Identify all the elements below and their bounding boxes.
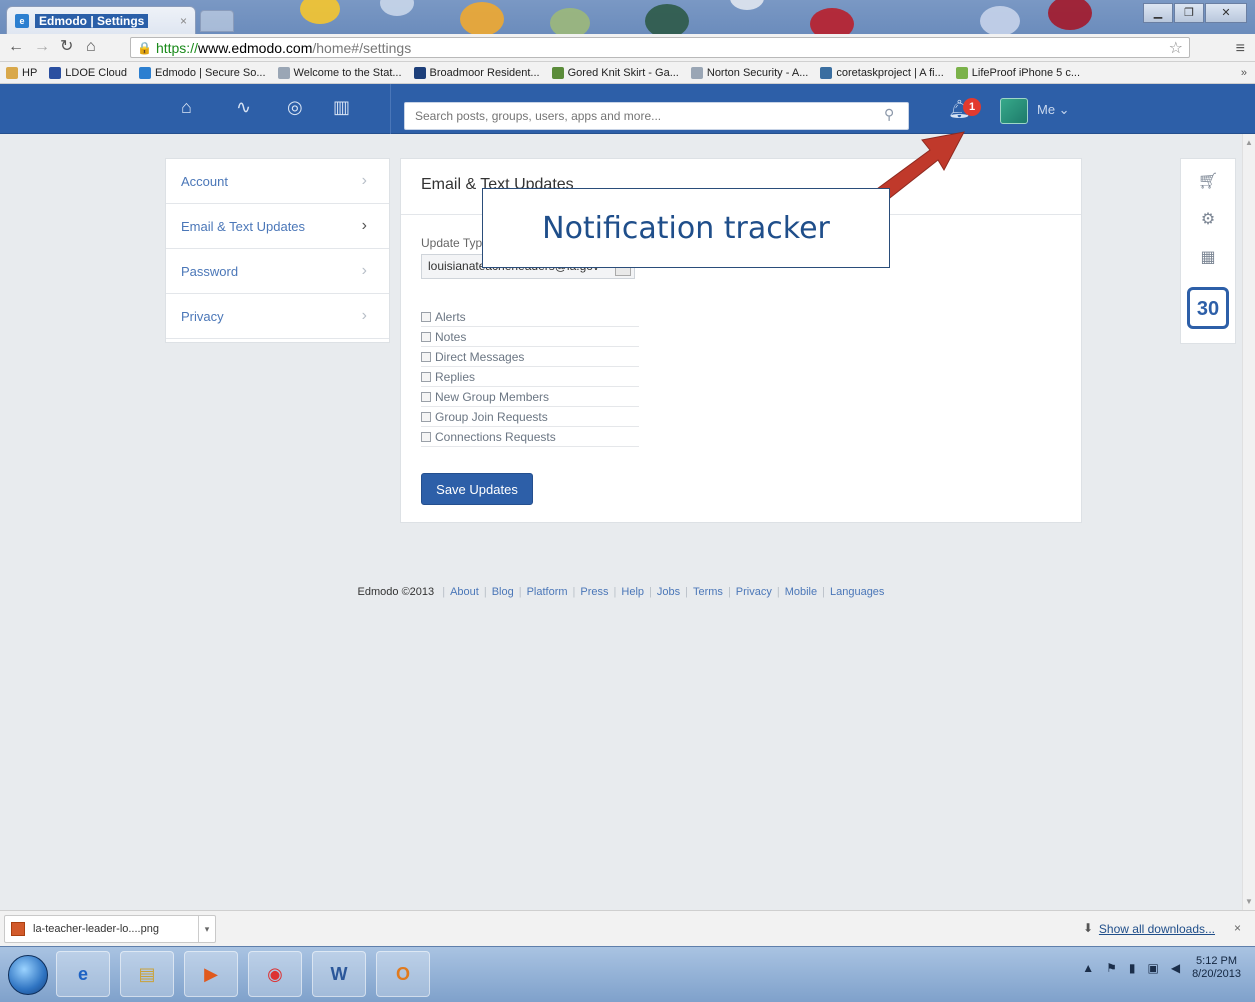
clock[interactable]: 5:12 PM 8/20/2013 [1192, 955, 1241, 981]
windows-taskbar: e ▤ ▶ ◉ W O ▲ ⚑ ▮ ▣ ◀ 5:12 PM 8/20/2013 [0, 946, 1255, 1002]
download-file-name: la-teacher-leader-lo....png [33, 923, 159, 935]
volume-icon[interactable]: ◀ [1171, 961, 1180, 975]
internet-explorer-icon[interactable]: e [56, 951, 110, 997]
tray-expand-icon[interactable]: ▲ [1082, 961, 1094, 975]
system-tray: ▲ ⚑ ▮ ▣ ◀ 5:12 PM 8/20/2013 [1082, 955, 1241, 981]
word-icon[interactable]: W [312, 951, 366, 997]
show-all-downloads-link[interactable]: Show all downloads... [1099, 922, 1215, 936]
network-icon[interactable]: ▣ [1147, 961, 1158, 975]
download-arrow-icon: ⬇ [1082, 921, 1093, 935]
clock-date: 8/20/2013 [1192, 968, 1241, 980]
power-icon[interactable]: ▮ [1129, 961, 1136, 975]
download-item[interactable]: la-teacher-leader-lo....png ▾ [4, 915, 216, 943]
flag-icon[interactable]: ⚑ [1106, 961, 1117, 975]
annotation-arrow [861, 131, 965, 213]
file-explorer-icon[interactable]: ▤ [120, 951, 174, 997]
downloads-close-icon[interactable]: × [1234, 921, 1241, 935]
download-menu-icon[interactable]: ▾ [198, 916, 215, 942]
outlook-icon[interactable]: O [376, 951, 430, 997]
annotation-callout: Notification tracker [482, 188, 890, 268]
image-file-icon [11, 922, 25, 936]
clock-time: 5:12 PM [1196, 955, 1238, 967]
chrome-icon[interactable]: ◉ [248, 951, 302, 997]
downloads-bar: la-teacher-leader-lo....png ▾ ⬇ Show all… [0, 910, 1255, 946]
start-button[interactable] [8, 955, 48, 995]
media-player-icon[interactable]: ▶ [184, 951, 238, 997]
